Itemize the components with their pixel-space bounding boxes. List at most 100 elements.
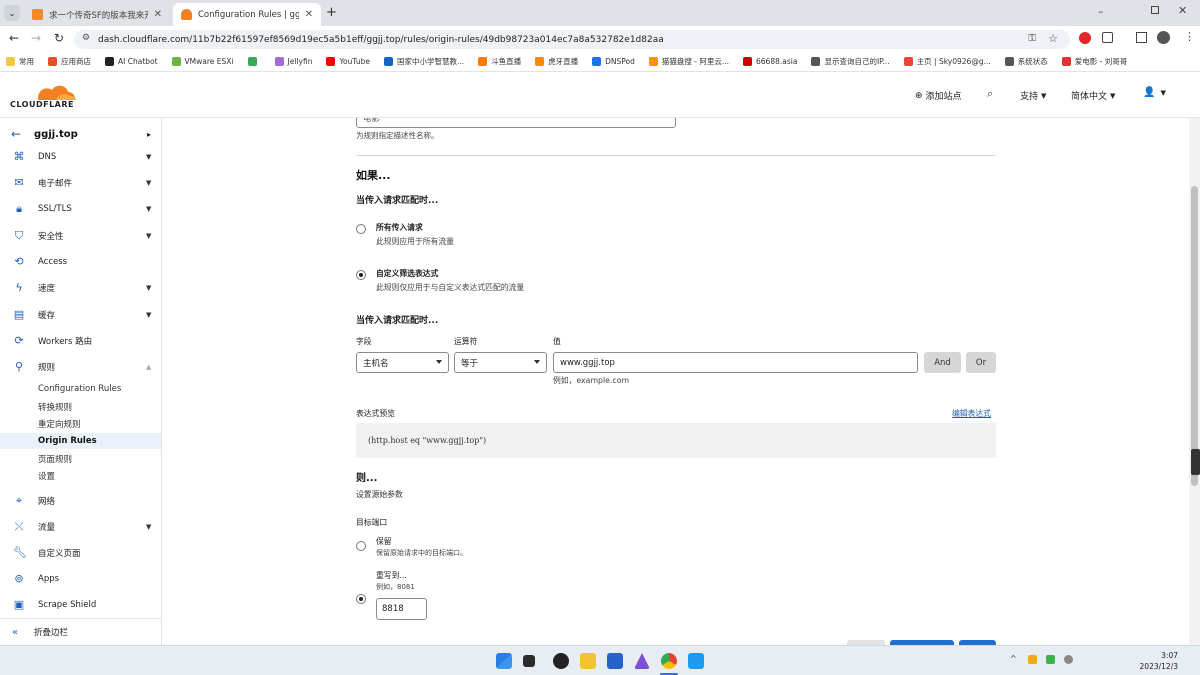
- bookmark-item[interactable]: 主页 | Sky0926@g...: [903, 56, 991, 67]
- sidebar-item-[interactable]: ✉ 电子邮件 ▼: [0, 173, 161, 193]
- and-button[interactable]: And: [924, 352, 961, 373]
- store-icon[interactable]: [607, 653, 623, 669]
- tab-configuration-rules[interactable]: Configuration Rules | ggjj.top ✕: [173, 3, 321, 26]
- collapse-sidebar-button[interactable]: « 折叠边栏: [0, 618, 161, 645]
- tray-wechat-icon[interactable]: [1046, 655, 1055, 664]
- field-select[interactable]: 主机名: [356, 352, 449, 373]
- sidebar-item-[interactable]: ▤ 缓存 ▼: [0, 305, 161, 325]
- sidepanel-icon[interactable]: [1136, 32, 1147, 43]
- user-menu[interactable]: 👤 ▼: [1143, 87, 1166, 98]
- file-explorer-icon[interactable]: [580, 653, 596, 669]
- opera-extension-icon[interactable]: [1079, 32, 1091, 44]
- sidebar-subitem[interactable]: 设置: [0, 468, 161, 484]
- clock[interactable]: 3:07 2023/12/3: [1130, 650, 1178, 672]
- bookmark-item[interactable]: VMware ESXi: [171, 57, 234, 66]
- profile-avatar[interactable]: [1157, 31, 1170, 44]
- sidebar-item-[interactable]: ⤬ 流量 ▼: [0, 517, 161, 537]
- search-icon[interactable]: ⌕: [987, 87, 993, 101]
- value-input[interactable]: www.ggjj.top: [553, 352, 918, 373]
- sidebar-subitem[interactable]: 转换规则: [0, 399, 161, 415]
- sidebar-item-scrape-shield[interactable]: ▣ Scrape Shield: [0, 595, 161, 615]
- sidebar-item-[interactable]: ⛉ 安全性 ▼: [0, 226, 161, 246]
- chrome-icon[interactable]: [661, 653, 677, 669]
- sidebar-item-[interactable]: ⌖ 网络: [0, 491, 161, 511]
- radio-rewrite-port[interactable]: [356, 594, 366, 604]
- new-tab-button[interactable]: +: [326, 5, 337, 20]
- tab-search-button[interactable]: ⌄: [4, 5, 20, 21]
- page-scrollbar[interactable]: [1189, 118, 1200, 645]
- forward-arrow-icon[interactable]: →: [31, 31, 41, 45]
- bookmark-item[interactable]: Jellyfin: [274, 57, 312, 66]
- rule-name-input[interactable]: 电影: [356, 118, 676, 128]
- bookmark-item[interactable]: 国家中小学智慧教...: [383, 56, 464, 67]
- wrench-icon: 🔧︎: [13, 546, 27, 559]
- sidebar-item-[interactable]: ϟ 速度 ▼: [0, 278, 161, 298]
- bookmark-item[interactable]: DNSPod: [592, 57, 635, 66]
- port-input[interactable]: 8818: [376, 598, 427, 620]
- sidebar-subitem[interactable]: Origin Rules: [0, 433, 161, 449]
- cloudflare-logo[interactable]: CLOUDFLARE: [10, 80, 80, 112]
- bookmark-item[interactable]: AI Chatbot: [105, 57, 158, 66]
- sidebar-item-apps[interactable]: ⊚ Apps: [0, 569, 161, 589]
- sidebar-subitem[interactable]: 页面规则: [0, 451, 161, 467]
- scrollbar-thumb[interactable]: [1191, 186, 1198, 486]
- tray-network-icon[interactable]: [1064, 655, 1073, 664]
- windows-start-icon[interactable]: [496, 653, 512, 669]
- sidebar-subitem[interactable]: 重定向规则: [0, 416, 161, 432]
- dell-icon[interactable]: [553, 653, 569, 669]
- url-text: dash.cloudflare.com/11b7b22f61597ef8569d…: [98, 34, 664, 45]
- add-site-button[interactable]: ⊕ 添加站点: [915, 89, 962, 103]
- address-bar[interactable]: ⚙ dash.cloudflare.com/11b7b22f61597ef856…: [74, 30, 1070, 49]
- sidebar-item-label: 速度: [38, 284, 56, 294]
- bookmark-item[interactable]: 猫猫盘搜 - 阿里云...: [648, 56, 729, 67]
- close-tab-icon[interactable]: ✕: [154, 9, 162, 20]
- back-arrow-icon[interactable]: ←: [9, 31, 19, 45]
- radio-custom-expression[interactable]: [356, 270, 366, 280]
- radio-keep-port[interactable]: [356, 541, 366, 551]
- tray-chevron-icon[interactable]: ^: [1010, 654, 1017, 663]
- site-info-icon[interactable]: ⚙: [82, 33, 90, 43]
- sidebar-subitem[interactable]: Configuration Rules: [0, 381, 161, 397]
- bookmark-item[interactable]: [247, 57, 261, 66]
- minimize-button[interactable]: –: [1098, 5, 1104, 18]
- reload-icon[interactable]: ↻: [54, 31, 64, 45]
- sidebar-item-ssl-tls[interactable]: 🔒︎ SSL/TLS ▼: [0, 199, 161, 219]
- bookmark-item[interactable]: 应用商店: [48, 56, 91, 67]
- bookmark-star-icon[interactable]: ☆: [1048, 32, 1058, 45]
- sidebar-item-workers[interactable]: ⟳ Workers 路由: [0, 331, 161, 351]
- support-menu[interactable]: 支持 ▼: [1020, 89, 1046, 103]
- menu-dots-icon[interactable]: ⋮: [1184, 30, 1195, 43]
- operator-select-value: 等于: [461, 358, 479, 369]
- domain-switcher[interactable]: ← ggjj.top ▸: [0, 124, 161, 144]
- language-menu[interactable]: 简体中文 ▼: [1071, 89, 1115, 103]
- extensions-icon[interactable]: [1102, 32, 1113, 43]
- bookmark-item[interactable]: 虎牙直播: [535, 56, 578, 67]
- media-player-icon[interactable]: [688, 653, 704, 669]
- side-widget-handle[interactable]: [1191, 449, 1200, 475]
- task-view-icon[interactable]: [523, 655, 535, 667]
- radio-all-requests[interactable]: [356, 224, 366, 234]
- bookmark-item[interactable]: 斗鱼直播: [478, 56, 521, 67]
- bookmark-item[interactable]: 显示查询自己的IP...: [811, 56, 890, 67]
- maximize-button[interactable]: [1151, 6, 1159, 14]
- bookmark-item[interactable]: 系统状态: [1004, 56, 1048, 67]
- tray-app-icon[interactable]: [1028, 655, 1037, 664]
- bookmark-item[interactable]: 爱电影 - 刘哥哥: [1061, 56, 1127, 67]
- bookmark-item[interactable]: 常用: [6, 56, 34, 67]
- app-triangle-icon[interactable]: [634, 653, 650, 669]
- back-arrow-icon[interactable]: ←: [11, 127, 21, 141]
- bookmark-item[interactable]: YouTube: [326, 57, 370, 66]
- sidebar-item-[interactable]: ⚲ 规则 ▲: [0, 357, 161, 377]
- sidebar-item-access[interactable]: ⟲ Access: [0, 252, 161, 272]
- sidebar-item-[interactable]: 🔧︎ 自定义页面: [0, 543, 161, 563]
- operator-select[interactable]: 等于: [454, 352, 547, 373]
- or-button[interactable]: Or: [966, 352, 996, 373]
- tab-forum[interactable]: 求一个传奇SF的版本我来开服... ✕: [24, 3, 170, 26]
- window-close-button[interactable]: ✕: [1178, 4, 1187, 17]
- edit-expression-link[interactable]: 编辑表达式: [952, 408, 991, 419]
- close-tab-icon[interactable]: ✕: [305, 9, 313, 20]
- sidebar-subitem-label: Origin Rules: [38, 436, 97, 446]
- key-icon[interactable]: ⚿: [1028, 33, 1036, 44]
- sidebar-item-dns[interactable]: ⌘ DNS ▼: [0, 147, 161, 167]
- bookmark-item[interactable]: 66688.asia: [743, 57, 797, 66]
